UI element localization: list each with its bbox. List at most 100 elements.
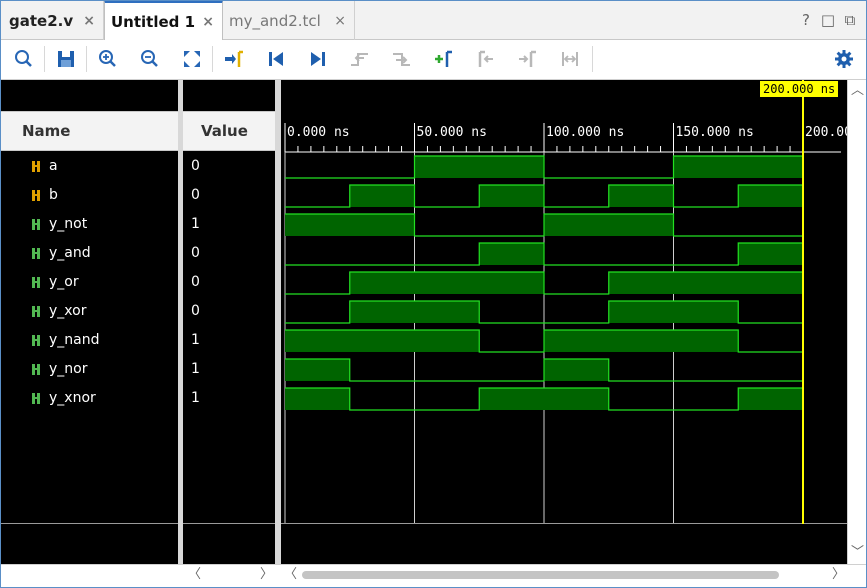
scroll-left-icon[interactable]: 〈 xyxy=(188,568,201,582)
ruler-tick-label: 50.000 ns xyxy=(417,125,487,140)
signal-high-region xyxy=(673,156,803,178)
output-signal-icon xyxy=(32,364,40,375)
ruler-tick-label: 150.000 ns xyxy=(676,125,754,140)
signal-name: y_or xyxy=(49,274,79,290)
output-signal-icon xyxy=(32,306,40,317)
signal-high-region xyxy=(608,272,803,294)
ruler-tick-label: 0.000 ns xyxy=(287,125,350,140)
signal-high-region xyxy=(738,185,803,207)
value-column-header[interactable]: Value xyxy=(183,111,275,151)
signal-name: y_nand xyxy=(49,332,100,348)
name-column-header[interactable]: Name xyxy=(0,111,178,151)
scroll-down-icon[interactable]: ﹀ xyxy=(851,546,864,560)
zoom-out-icon[interactable] xyxy=(138,48,162,70)
signal-row[interactable]: y_xor xyxy=(0,297,178,326)
ruler-tick-label: 200.00 xyxy=(805,125,847,140)
signal-row[interactable]: y_not xyxy=(0,210,178,239)
output-signal-icon xyxy=(32,277,40,288)
zoom-in-icon[interactable] xyxy=(96,48,120,70)
signal-name: y_xnor xyxy=(49,390,96,406)
input-signal-icon xyxy=(32,161,40,172)
signal-name: y_nor xyxy=(49,361,88,377)
tab-close-icon[interactable]: × xyxy=(334,0,346,42)
scroll-up-icon[interactable]: ︿ xyxy=(851,84,864,98)
signal-row[interactable]: y_nand xyxy=(0,326,178,355)
signal-name: y_not xyxy=(49,216,88,232)
go-to-cursor-icon[interactable] xyxy=(222,48,246,70)
signal-row[interactable]: a xyxy=(0,152,178,181)
signal-name: y_and xyxy=(49,245,91,261)
signal-row[interactable]: b xyxy=(0,181,178,210)
signal-value: 1 xyxy=(191,332,200,348)
scrollbar-thumb[interactable] xyxy=(302,571,779,579)
tab-untitled-1[interactable]: Untitled 1 × xyxy=(104,0,223,40)
signal-high-region xyxy=(285,214,415,236)
signal-value: 1 xyxy=(191,216,200,232)
waveform-window: gate2.v × Untitled 1 × my_and2.tcl × ? □… xyxy=(0,0,867,588)
save-icon[interactable] xyxy=(54,48,78,70)
output-signal-icon xyxy=(32,335,40,346)
float-window-icon[interactable]: ⧉ xyxy=(842,12,858,28)
tab-gate2-v[interactable]: gate2.v × xyxy=(0,0,104,40)
signal-names-panel: Name a b y_not y_and y_or y_xor y_nand y_nor y_x… xyxy=(0,80,178,564)
waveform-canvas[interactable]: 0.000 ns 50.000 ns 100.000 ns 150.000 ns 200… xyxy=(281,80,847,564)
settings-gear-icon[interactable] xyxy=(832,48,856,70)
signal-waveform[interactable] xyxy=(285,358,803,382)
signal-high-region xyxy=(349,185,415,207)
add-marker-icon[interactable] xyxy=(432,48,456,70)
signal-value: 0 xyxy=(191,187,200,203)
previous-transition-icon[interactable] xyxy=(348,48,372,70)
signal-high-region xyxy=(608,185,674,207)
signal-value: 0 xyxy=(191,303,200,319)
next-transition-icon[interactable] xyxy=(390,48,414,70)
signal-value: 0 xyxy=(191,245,200,261)
signal-values-panel: Value 0 0 1 0 0 0 1 1 1 xyxy=(183,80,275,564)
signal-row[interactable]: y_or xyxy=(0,268,178,297)
signal-high-region xyxy=(349,272,544,294)
signal-high-region xyxy=(479,388,609,410)
tab-label: my_and2.tcl xyxy=(229,12,321,30)
output-signal-icon xyxy=(32,219,40,230)
tab-close-icon[interactable]: × xyxy=(202,3,214,41)
signal-high-region xyxy=(285,359,350,381)
help-icon[interactable]: ? xyxy=(798,12,814,28)
swap-cursor-icon[interactable] xyxy=(558,48,582,70)
search-icon[interactable] xyxy=(12,48,36,70)
restore-icon[interactable]: □ xyxy=(820,12,836,28)
signal-high-region xyxy=(544,214,674,236)
signal-high-region xyxy=(349,301,480,323)
previous-marker-icon[interactable] xyxy=(474,48,498,70)
signal-name: y_xor xyxy=(49,303,87,319)
next-marker-icon[interactable] xyxy=(516,48,540,70)
cursor-time-label: 200.000 ns xyxy=(760,81,839,97)
waveform-panel[interactable]: 0.000 ns 50.000 ns 100.000 ns 150.000 ns 200… xyxy=(281,80,847,564)
tab-label: Untitled 1 xyxy=(111,13,196,31)
tab-close-icon[interactable]: × xyxy=(83,0,95,42)
signal-high-region xyxy=(479,185,544,207)
output-signal-icon xyxy=(32,393,40,404)
wave-scroll-right-icon[interactable]: 〉 xyxy=(832,568,845,582)
signal-value: 0 xyxy=(191,158,200,174)
signal-high-region xyxy=(285,388,350,410)
toolbar xyxy=(0,40,867,80)
horizontal-scrollbar[interactable]: 〈 〉 〈 〉 xyxy=(0,564,867,586)
wave-scroll-left-icon[interactable]: 〈 xyxy=(284,568,297,582)
go-to-start-icon[interactable] xyxy=(264,48,288,70)
vertical-scrollbar[interactable]: ︿ ﹀ xyxy=(847,80,865,564)
signal-high-region xyxy=(544,359,609,381)
tab-my-and2-tcl[interactable]: my_and2.tcl × xyxy=(223,0,355,40)
ruler-tick-label: 100.000 ns xyxy=(546,125,624,140)
signal-high-region xyxy=(738,388,803,410)
signal-waveform[interactable] xyxy=(285,242,803,266)
signal-row[interactable]: y_and xyxy=(0,239,178,268)
signal-row[interactable]: y_nor xyxy=(0,355,178,384)
signal-value: 0 xyxy=(191,274,200,290)
signal-value: 1 xyxy=(191,390,200,406)
signal-high-region xyxy=(544,330,739,352)
tab-bar: gate2.v × Untitled 1 × my_and2.tcl × ? □… xyxy=(0,0,867,40)
zoom-fit-icon[interactable] xyxy=(180,48,204,70)
signal-row[interactable]: y_xnor xyxy=(0,384,178,413)
scroll-right-icon[interactable]: 〉 xyxy=(260,568,273,582)
signal-high-region xyxy=(479,243,544,265)
go-to-end-icon[interactable] xyxy=(306,48,330,70)
